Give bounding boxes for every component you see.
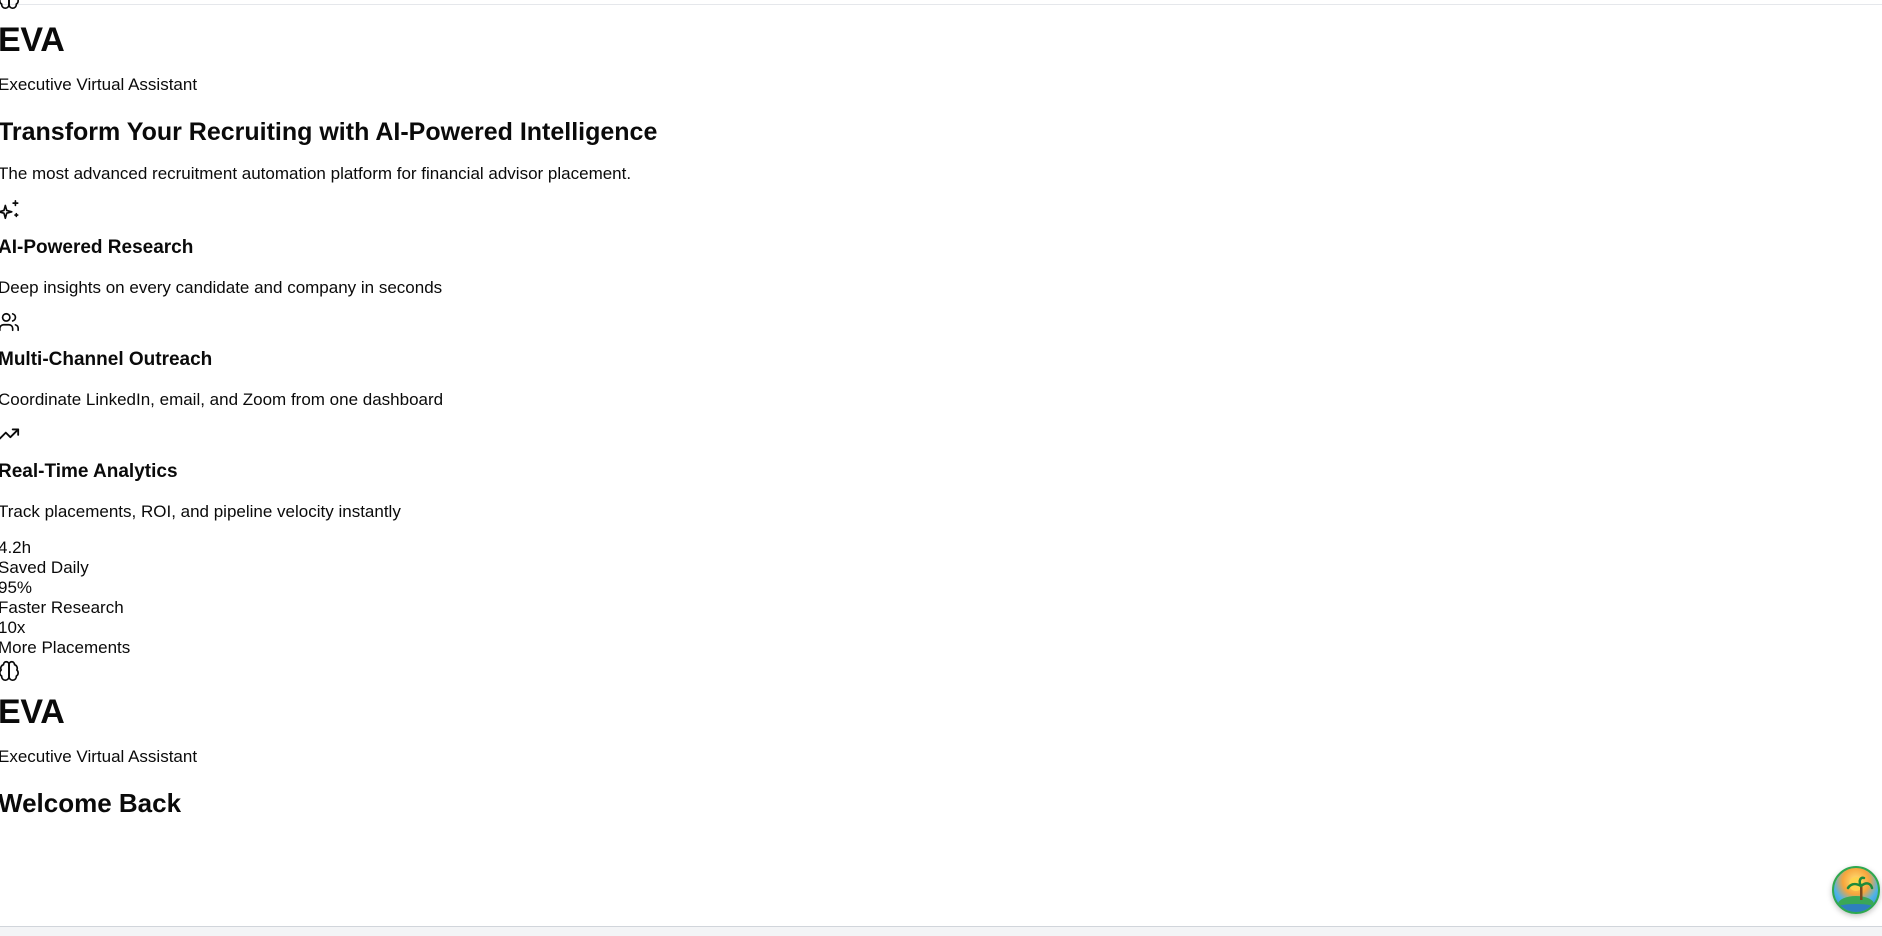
page-content: EVA Executive Virtual Assistant Transfor… [0, 0, 898, 819]
bottom-scrollbar[interactable] [0, 926, 1882, 936]
island-avatar-icon [1834, 868, 1878, 912]
hero-section: EVA Executive Virtual Assistant Transfor… [0, 0, 898, 658]
sparkles-icon [0, 199, 20, 221]
feature-description: Track placements, ROI, and pipeline velo… [0, 502, 401, 521]
brand-title: EVA [0, 693, 65, 731]
stat-label: Saved Daily [0, 558, 89, 577]
brain-icon [0, 0, 20, 10]
brand-title: EVA [0, 21, 65, 59]
users-icon [0, 311, 20, 333]
brand-subtitle: Executive Virtual Assistant [0, 747, 198, 766]
feature-title: Multi-Channel Outreach [0, 349, 213, 370]
login-section: EVA Executive Virtual Assistant Welcome … [0, 660, 898, 819]
viewport: EVA Executive Virtual Assistant Transfor… [0, 0, 1882, 936]
stat-label: Faster Research [0, 598, 124, 617]
feature-description: Coordinate LinkedIn, email, and Zoom fro… [0, 390, 444, 409]
feature-description: Deep insights on every candidate and com… [0, 278, 443, 297]
feature-title: AI-Powered Research [0, 237, 194, 258]
stat-value: 95% [0, 578, 33, 597]
stat-value: 10x [0, 618, 26, 637]
stat-label: More Placements [0, 638, 131, 657]
hero-description: The most advanced recruitment automation… [0, 164, 632, 183]
feature-item: Multi-Channel Outreach Coordinate Linked… [0, 311, 898, 411]
brand-subtitle: Executive Virtual Assistant [0, 75, 198, 94]
feature-item: AI-Powered Research Deep insights on eve… [0, 199, 898, 299]
hero-headline: Transform Your Recruiting with AI-Powere… [0, 118, 658, 146]
feature-list: AI-Powered Research Deep insights on eve… [0, 199, 898, 523]
feature-item: Real-Time Analytics Track placements, RO… [0, 423, 898, 523]
floating-assistant-button[interactable] [1832, 866, 1880, 914]
stat-value: 4.2h [0, 538, 32, 557]
stats-list: 4.2h Saved Daily 95% Faster Research 10x… [0, 538, 898, 658]
welcome-title: Welcome Back [0, 788, 182, 818]
feature-title: Real-Time Analytics [0, 461, 178, 482]
trending-up-icon [0, 423, 20, 445]
brain-icon [0, 660, 20, 682]
